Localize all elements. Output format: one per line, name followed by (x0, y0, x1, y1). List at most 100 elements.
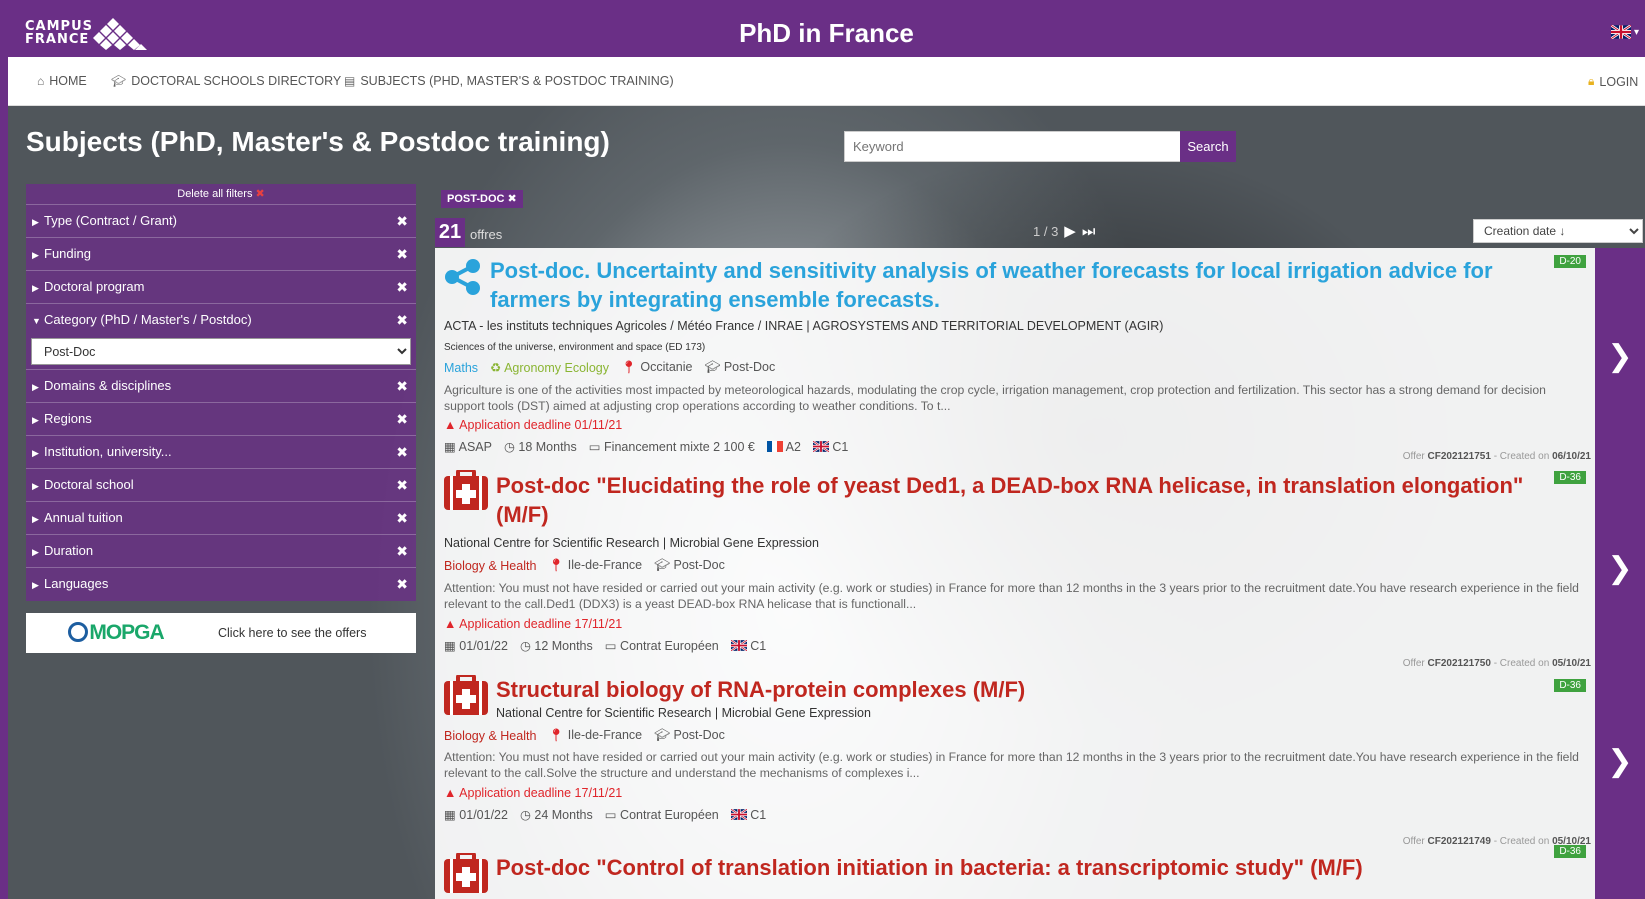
caret-right-icon: ▶ (32, 580, 39, 590)
offer-body: Post-doc. Uncertainty and sensitivity an… (435, 248, 1595, 464)
remove-tag-icon[interactable]: ✖ (508, 193, 517, 205)
filter-institution[interactable]: ▶ Institution, university... ✖ (26, 436, 416, 469)
search-input[interactable] (844, 131, 1182, 162)
duration-label: 24 Months (534, 808, 593, 822)
uk-flag-icon (730, 808, 747, 820)
filter-annual-tuition[interactable]: ▶ Annual tuition ✖ (26, 502, 416, 535)
close-icon: ✖ (255, 188, 265, 200)
domain-tag[interactable]: Biology & Health (444, 559, 536, 573)
filter-category[interactable]: ▼ Category (PhD / Master's / Postdoc) ✖ (26, 304, 416, 337)
offer-created: Offer CF202121751 - Created on 06/10/21 (1403, 451, 1591, 462)
sort-select[interactable]: Creation date ↓ (1473, 219, 1643, 243)
clear-filter-icon[interactable]: ✖ (396, 568, 408, 600)
deadline-badge: D-36 (1554, 471, 1586, 484)
region-label: Ile-de-France (567, 728, 643, 742)
offer-created: Offer CF202121750 - Created on 05/10/21 (1403, 658, 1591, 669)
offer-card[interactable]: Structural biology of RNA-protein comple… (435, 672, 1645, 850)
language-en: C1 (730, 807, 767, 822)
clear-filter-icon[interactable]: ✖ (396, 271, 408, 303)
nav-subjects[interactable]: ▤ SUBJECTS (PHD, MASTER'S & POSTDOC TRAI… (344, 74, 674, 88)
created-prefix: - Created on (1493, 836, 1550, 847)
filter-doctoral-program[interactable]: ▶ Doctoral program ✖ (26, 271, 416, 304)
caret-right-icon: ▶ (32, 250, 39, 260)
domain-tag[interactable]: Maths (444, 361, 478, 375)
domain-tag[interactable]: ♻ Agronomy Ecology (490, 360, 609, 375)
clear-filter-icon[interactable]: ✖ (396, 205, 408, 237)
created-prefix: - Created on (1493, 658, 1550, 669)
offer-title[interactable]: Structural biology of RNA-protein comple… (496, 675, 1526, 704)
caret-right-icon: ▶ (32, 481, 39, 491)
offer-list: Post-doc. Uncertainty and sensitivity an… (435, 248, 1645, 899)
nav-home[interactable]: ⌂ HOME (37, 74, 87, 88)
share-icon[interactable] (444, 258, 482, 296)
open-offer-button[interactable] (1595, 850, 1645, 899)
mopga-link[interactable]: Click here to see the offers (206, 626, 366, 640)
chevron-right-icon: ❯ (1607, 339, 1633, 373)
filter-regions[interactable]: ▶ Regions ✖ (26, 403, 416, 436)
caret-right-icon: ▶ (32, 283, 39, 293)
language-en-level: C1 (750, 807, 767, 822)
clock-icon: ◷ (519, 639, 531, 653)
offer-title[interactable]: Post-doc "Control of translation initiat… (496, 853, 1526, 882)
clear-filter-icon[interactable]: ✖ (396, 469, 408, 501)
main-nav: ⌂ HOME 🎓︎ DOCTORAL SCHOOLS DIRECTORY ▤ S… (8, 57, 1645, 106)
filter-duration[interactable]: ▶ Duration ✖ (26, 535, 416, 568)
active-filter-tag[interactable]: POST-DOC ✖ (441, 190, 523, 208)
category-select[interactable]: Post-Doc (31, 338, 411, 365)
clear-filter-icon[interactable]: ✖ (396, 304, 408, 336)
filter-doctoral-school[interactable]: ▶ Doctoral school ✖ (26, 469, 416, 502)
clock-icon: ◷ (519, 808, 531, 822)
funding: ▭ Contrat Européen (605, 807, 719, 822)
open-offer-button[interactable]: ❯ (1595, 672, 1645, 850)
clear-filter-icon[interactable]: ✖ (396, 238, 408, 270)
domain-tag[interactable]: Biology & Health (444, 729, 536, 743)
nav-subjects-label: SUBJECTS (PHD, MASTER'S & POSTDOC TRAINI… (360, 74, 674, 88)
next-page-icon[interactable]: ▶ (1064, 222, 1076, 240)
clear-filter-icon[interactable]: ✖ (396, 436, 408, 468)
offer-title[interactable]: Post-doc. Uncertainty and sensitivity an… (490, 256, 1520, 314)
clear-filter-icon[interactable]: ✖ (396, 403, 408, 435)
nav-doctoral-schools-label: DOCTORAL SCHOOLS DIRECTORY (131, 74, 342, 88)
caret-right-icon: ▶ (32, 448, 39, 458)
language-selector[interactable]: ▾ (1611, 22, 1645, 42)
filter-languages[interactable]: ▶ Languages ✖ (26, 568, 416, 601)
filter-label: Category (PhD / Master's / Postdoc) (44, 312, 252, 327)
offer-card[interactable]: Post-doc "Elucidating the role of yeast … (435, 464, 1645, 672)
nav-login[interactable]: 🔒︎ LOGIN (1588, 74, 1638, 89)
result-count-label: offres (470, 227, 503, 242)
filter-label: Languages (44, 576, 109, 591)
start-date: ▦ 01/01/22 (444, 638, 508, 653)
open-offer-button[interactable]: ❯ (1595, 248, 1645, 464)
nav-login-label: LOGIN (1599, 74, 1639, 89)
filter-type[interactable]: ▶ Type (Contract / Grant) ✖ (26, 205, 416, 238)
filter-funding[interactable]: ▶ Funding ✖ (26, 238, 416, 271)
created-date: 05/10/21 (1552, 658, 1591, 669)
search-button[interactable]: Search (1180, 131, 1236, 162)
language-en-level: C1 (832, 439, 849, 454)
filter-label: Funding (44, 246, 91, 261)
clear-filter-icon[interactable]: ✖ (396, 370, 408, 402)
filter-domains[interactable]: ▶ Domains & disciplines ✖ (26, 370, 416, 403)
credit-card-icon: ▭ (588, 440, 601, 454)
delete-all-filters[interactable]: Delete all filters ✖ (26, 184, 416, 205)
application-deadline: ▲ Application deadline 01/11/21 (444, 418, 622, 432)
offer-card[interactable]: Post-doc "Control of translation initiat… (435, 845, 1645, 899)
clear-filter-icon[interactable]: ✖ (396, 502, 408, 534)
mopga-banner[interactable]: MOPGA Click here to see the offers (26, 613, 416, 653)
map-marker-icon: 📍︎ (548, 558, 565, 572)
warning-icon: ▲ (444, 786, 457, 800)
graduation-cap-icon: 🎓︎ (654, 558, 670, 572)
filter-label: Duration (44, 543, 94, 558)
chevron-right-icon: ❯ (1607, 551, 1633, 585)
offer-meta: ▦ 01/01/22 ◷ 24 Months ▭ Contrat Europée… (444, 807, 767, 823)
lock-icon: 🔒︎ (1588, 74, 1595, 88)
caret-right-icon: ▶ (32, 415, 39, 425)
open-offer-button[interactable]: ❯ (1595, 464, 1645, 672)
offer-title[interactable]: Post-doc "Elucidating the role of yeast … (496, 471, 1526, 529)
nav-doctoral-schools[interactable]: 🎓︎ DOCTORAL SCHOOLS DIRECTORY (111, 74, 341, 88)
offer-id: CF202121751 (1427, 451, 1491, 462)
offer-card[interactable]: Post-doc. Uncertainty and sensitivity an… (435, 248, 1645, 464)
clear-filter-icon[interactable]: ✖ (396, 535, 408, 567)
chevron-down-icon: ▾ (1634, 26, 1640, 38)
last-page-icon[interactable]: ⏭︎ (1082, 223, 1096, 240)
